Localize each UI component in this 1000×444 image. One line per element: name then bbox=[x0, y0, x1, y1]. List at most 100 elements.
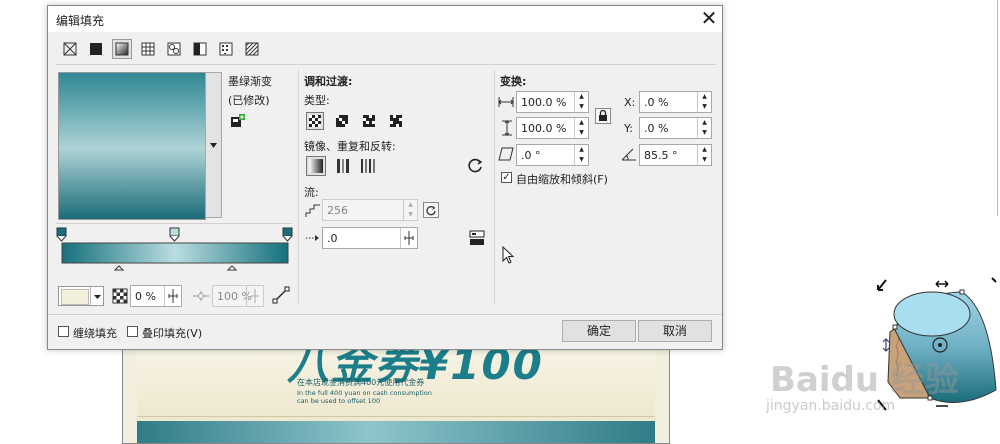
column-divider-2 bbox=[494, 70, 495, 304]
preset-dropdown-button[interactable] bbox=[205, 72, 222, 218]
blend-type-label: 类型: bbox=[304, 94, 330, 107]
two-color-pattern-icon[interactable] bbox=[190, 39, 210, 59]
x-label: X: bbox=[624, 96, 636, 109]
overprint-fill-label: 叠印填充(V) bbox=[142, 327, 203, 340]
transform-heading: 变换: bbox=[500, 75, 527, 88]
acceleration-field[interactable]: .0 bbox=[322, 227, 418, 249]
steps-icon bbox=[305, 202, 321, 221]
edit-fill-dialog: 编辑填充 ✕ 墨绿渐变 (已修改) 0 % 100 % 调和过渡: 类型: 镜像… bbox=[47, 5, 723, 350]
voucher-gradient-band bbox=[137, 421, 655, 443]
uniform-fill-icon[interactable] bbox=[86, 39, 106, 59]
skew-spinner[interactable]: ▲ ▼ bbox=[574, 145, 588, 165]
smooth-transition-icon[interactable] bbox=[468, 229, 486, 250]
baidu-watermark-url: jingyan.baidu.com bbox=[766, 398, 896, 414]
midpoint-marker-2[interactable] bbox=[226, 265, 238, 271]
color-node-end[interactable] bbox=[282, 227, 293, 242]
dialog-title: 编辑填充 bbox=[56, 14, 105, 28]
fill-height-field[interactable]: 100.0 % ▲ ▼ bbox=[516, 117, 589, 139]
texture-fill-icon[interactable] bbox=[216, 39, 236, 59]
skew-field[interactable]: .0 ° ▲ ▼ bbox=[516, 144, 589, 166]
reverse-fill-icon[interactable] bbox=[466, 156, 484, 177]
default-fill-icon[interactable] bbox=[306, 156, 326, 179]
fountain-fill-icon[interactable] bbox=[112, 39, 132, 59]
preset-status: (已修改) bbox=[228, 94, 270, 107]
x-offset-field[interactable]: .0 % ▲ ▼ bbox=[639, 91, 712, 113]
no-fill-icon[interactable] bbox=[60, 39, 80, 59]
reflect-fill-icon[interactable] bbox=[334, 156, 354, 179]
node-position-field[interactable]: 100 % bbox=[212, 285, 264, 307]
flow-label: 流: bbox=[304, 186, 319, 199]
voucher-divider bbox=[137, 416, 655, 417]
skew-value: .0 ° bbox=[521, 149, 541, 162]
ok-button[interactable]: 确定 bbox=[562, 320, 636, 342]
node-opacity-value: 0 % bbox=[135, 290, 156, 303]
steps-spinner[interactable]: ▲ ▼ bbox=[403, 200, 417, 220]
fill-preview bbox=[58, 72, 206, 220]
toolbar-divider bbox=[56, 64, 716, 65]
mouse-cursor-icon bbox=[502, 245, 516, 269]
lock-ratio-icon[interactable] bbox=[595, 108, 611, 127]
footer-divider bbox=[48, 314, 722, 315]
linear-fill-type-icon[interactable] bbox=[306, 112, 324, 133]
mirror-label: 镜像、重复和反转: bbox=[304, 140, 396, 153]
y-offset-field[interactable]: .0 % ▲ ▼ bbox=[639, 117, 712, 139]
voucher-document: 八金券¥100 在本店现金消费满400元使用代金券 In the full 40… bbox=[122, 348, 670, 444]
blend-heading: 调和过渡: bbox=[304, 75, 353, 88]
opacity-slider-icon[interactable] bbox=[164, 286, 181, 306]
fill-width-field[interactable]: 100.0 % ▲ ▼ bbox=[516, 91, 589, 113]
steps-field[interactable]: 256 ▲ ▼ bbox=[322, 199, 418, 221]
free-transform-icon[interactable] bbox=[272, 286, 290, 307]
node-opacity-field[interactable]: 0 % bbox=[130, 285, 182, 307]
midpoint-marker-1[interactable] bbox=[113, 265, 125, 271]
skew-icon bbox=[498, 147, 514, 164]
free-scale-checkbox[interactable]: ✓ bbox=[501, 172, 512, 183]
fill-height-value: 100.0 % bbox=[521, 122, 567, 135]
cancel-button[interactable]: 取消 bbox=[638, 320, 712, 342]
save-preset-icon[interactable] bbox=[230, 113, 246, 132]
color-node-middle[interactable] bbox=[169, 227, 180, 242]
dialog-titlebar: 编辑填充 ✕ bbox=[48, 6, 722, 32]
acceleration-slider-icon[interactable] bbox=[400, 228, 417, 248]
voucher-background: 八金券¥100 在本店现金消费满400元使用代金券 In the full 40… bbox=[137, 349, 655, 443]
rotate-handle-ne-icon[interactable] bbox=[991, 277, 997, 283]
fill-width-spinner[interactable]: ▲ ▼ bbox=[574, 92, 588, 112]
fill-width-value: 100.0 % bbox=[521, 96, 567, 109]
fill-height-spinner[interactable]: ▲ ▼ bbox=[574, 118, 588, 138]
acceleration-icon bbox=[305, 232, 321, 247]
overprint-fill-checkbox[interactable] bbox=[127, 326, 138, 337]
y-offset-spinner[interactable]: ▲ ▼ bbox=[697, 118, 711, 138]
gradient-bar[interactable] bbox=[61, 242, 289, 264]
y-offset-value: .0 % bbox=[644, 122, 669, 135]
voucher-english-text: In the full 400 yuan on cash consumption… bbox=[297, 389, 432, 405]
y-label: Y: bbox=[624, 122, 633, 135]
preset-name: 墨绿渐变 bbox=[228, 75, 272, 88]
repeat-fill-icon[interactable] bbox=[358, 156, 378, 179]
rectangular-fill-type-icon[interactable] bbox=[387, 112, 405, 133]
gradient-node-editor[interactable] bbox=[54, 226, 300, 272]
lock-steps-icon[interactable] bbox=[423, 202, 439, 221]
transparency-icon bbox=[112, 288, 128, 307]
x-offset-spinner[interactable]: ▲ ▼ bbox=[697, 92, 711, 112]
conical-fill-type-icon[interactable] bbox=[360, 112, 378, 133]
close-icon[interactable]: ✕ bbox=[698, 7, 720, 29]
wrap-fill-checkbox[interactable] bbox=[58, 326, 69, 337]
rotate-handle-nw-icon[interactable] bbox=[877, 279, 887, 291]
rotate-icon bbox=[621, 147, 637, 164]
node-color-picker[interactable] bbox=[58, 286, 104, 306]
bitmap-pattern-icon[interactable] bbox=[164, 39, 184, 59]
free-scale-label: 自由缩放和倾斜(F) bbox=[516, 173, 608, 186]
shape-top-ellipse bbox=[893, 291, 971, 337]
postscript-fill-icon[interactable] bbox=[242, 39, 262, 59]
skew-handle-top-icon[interactable] bbox=[935, 280, 949, 288]
color-node-start[interactable] bbox=[56, 227, 67, 242]
fill-width-icon bbox=[498, 96, 514, 111]
vector-pattern-icon[interactable] bbox=[138, 39, 158, 59]
rotate-spinner[interactable]: ▲ ▼ bbox=[697, 145, 711, 165]
voucher-chinese-text: 在本店现金消费满400元使用代金券 bbox=[297, 378, 425, 387]
elliptical-fill-type-icon[interactable] bbox=[333, 112, 351, 133]
x-offset-value: .0 % bbox=[644, 96, 669, 109]
rotate-value: 85.5 ° bbox=[644, 149, 678, 162]
rotate-field[interactable]: 85.5 ° ▲ ▼ bbox=[639, 144, 712, 166]
column-divider-1 bbox=[298, 70, 299, 304]
skew-handle-icon[interactable] bbox=[882, 338, 890, 352]
